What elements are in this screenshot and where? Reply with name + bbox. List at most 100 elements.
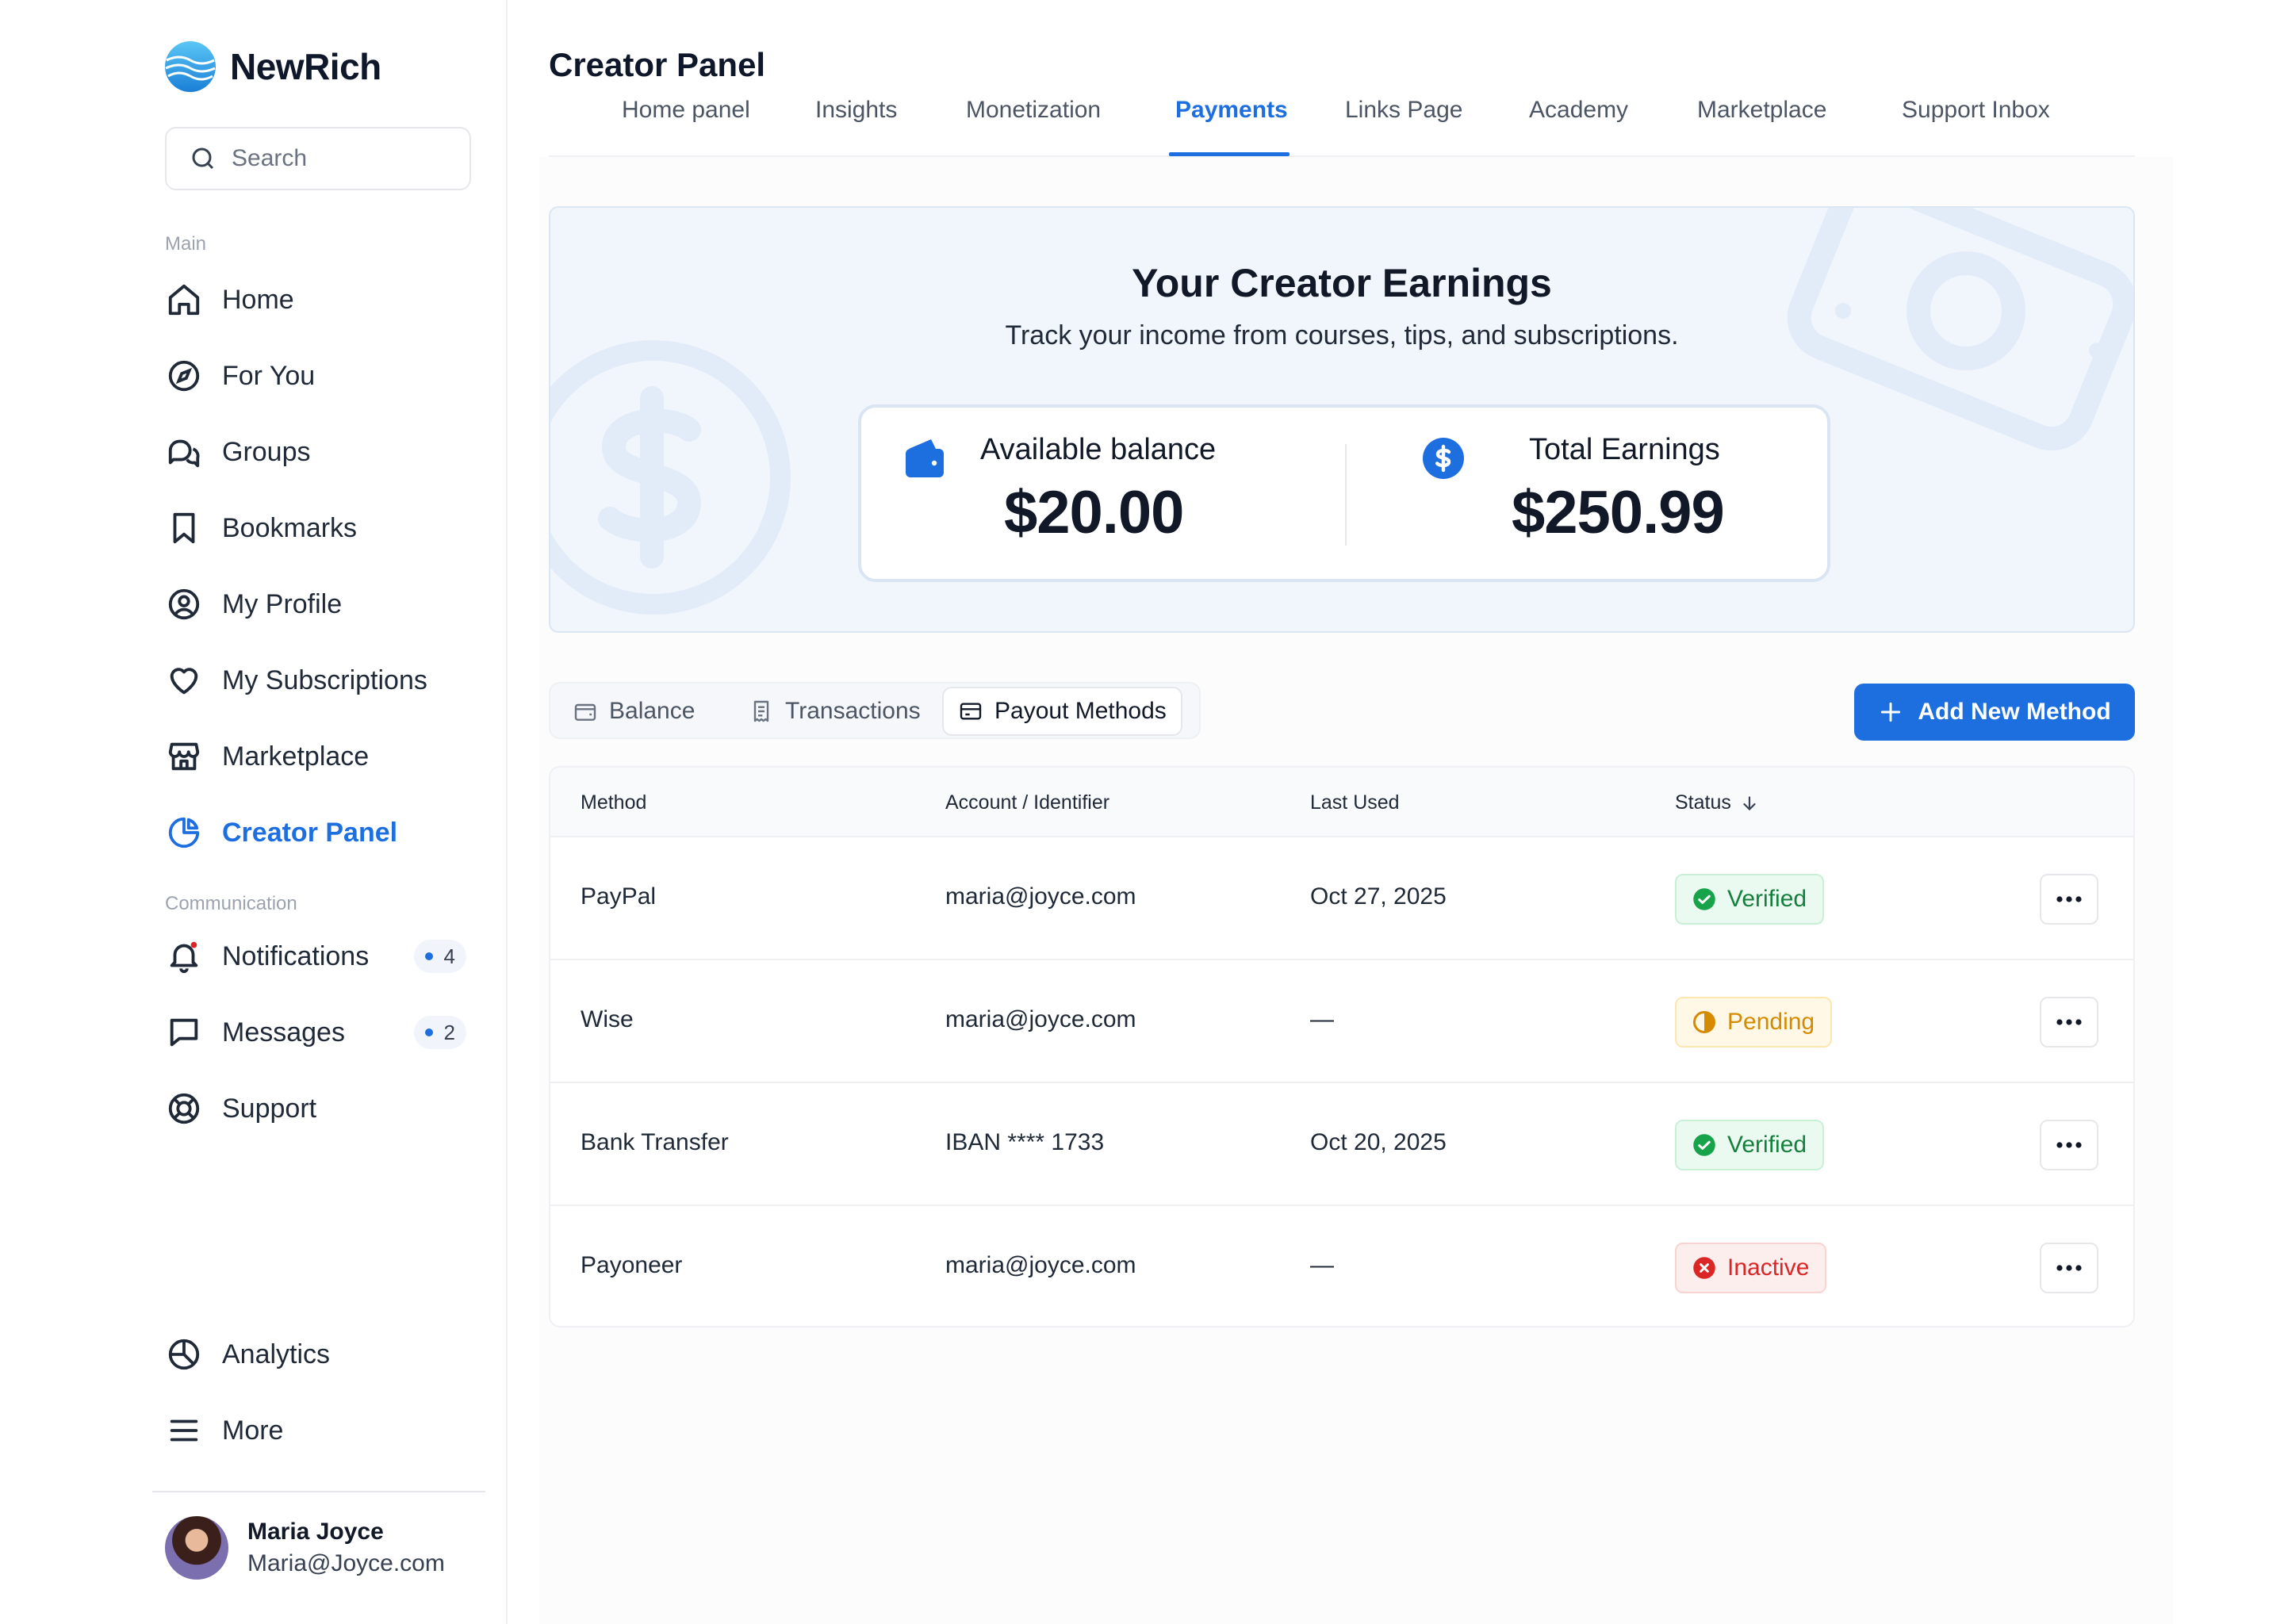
sidebar-item-label: Home (222, 284, 294, 315)
sidebar-item-more[interactable]: More (165, 1405, 476, 1456)
sidebar-item-my-profile[interactable]: My Profile (165, 579, 476, 630)
status-badge: Pending (1675, 997, 1833, 1048)
badge-count: 2 (443, 1020, 455, 1044)
bell-icon (165, 937, 203, 975)
table-row[interactable]: PayPal maria@joyce.com Oct 27, 2025 Veri… (550, 837, 2133, 960)
cell-method: PayPal (581, 883, 657, 910)
sidebar-item-label: My Profile (222, 588, 343, 619)
message-count-badge: 2 (413, 1016, 466, 1049)
tab-links-page[interactable]: Links Page (1345, 97, 1462, 124)
stat-divider (1345, 444, 1347, 546)
sidebar-item-label: Groups (222, 436, 311, 467)
sidebar-item-for-you[interactable]: For You (165, 350, 476, 401)
segment-transactions[interactable]: Transactions (734, 687, 935, 736)
search-icon (192, 147, 214, 170)
dollar-coin-watermark-icon (550, 340, 791, 615)
hero-title: Your Creator Earnings (1132, 261, 1552, 305)
row-actions-button[interactable] (2040, 997, 2098, 1048)
total-earnings-value: $250.99 (1512, 479, 1725, 546)
cell-account: maria@joyce.com (945, 1006, 1136, 1032)
table-header: Method Account / Identifier Last Used St… (550, 768, 2133, 837)
table-row[interactable]: Wise maria@joyce.com — Pending (550, 960, 2133, 1083)
available-balance-value: $20.00 (1004, 479, 1184, 546)
sidebar-item-label: Bookmarks (222, 512, 358, 543)
row-actions-button[interactable] (2040, 874, 2098, 925)
badge-dot-icon (424, 1028, 433, 1036)
half-circle-icon (1693, 1011, 1715, 1033)
tab-support-inbox[interactable]: Support Inbox (1902, 97, 2050, 124)
sidebar-item-support[interactable]: Support (165, 1083, 476, 1134)
check-circle-icon (1693, 1134, 1715, 1156)
sidebar-item-label: Messages (222, 1017, 345, 1048)
sidebar-divider (152, 1491, 485, 1492)
tab-academy[interactable]: Academy (1529, 97, 1628, 124)
row-actions-button[interactable] (2040, 1120, 2098, 1170)
user-circle-icon (165, 585, 203, 623)
column-header-last-used[interactable]: Last Used (1310, 791, 1400, 814)
sidebar-item-notifications[interactable]: Notifications 4 (165, 931, 476, 982)
table-row[interactable]: Payoneer maria@joyce.com — Inactive (550, 1206, 2133, 1326)
sidebar-item-label: My Subscriptions (222, 665, 427, 695)
user-profile[interactable]: Maria Joyce Maria@Joyce.com (165, 1516, 445, 1580)
search-box[interactable] (165, 127, 471, 190)
pie-chart-icon (165, 814, 203, 852)
sidebar-item-creator-panel[interactable]: Creator Panel (165, 807, 476, 858)
column-header-status[interactable]: Status (1675, 791, 1760, 814)
payments-segment-tabs: Balance Transactions Payout Methods (549, 682, 1201, 739)
top-tabs: Home panel Insights Monetization Payment… (549, 86, 2135, 157)
segment-payout-methods[interactable]: Payout Methods (942, 687, 1182, 736)
sidebar-item-groups[interactable]: Groups (165, 427, 476, 477)
sidebar-item-my-subscriptions[interactable]: My Subscriptions (165, 655, 476, 706)
tab-home-panel[interactable]: Home panel (622, 97, 750, 124)
menu-icon (165, 1411, 203, 1450)
bookmark-icon (165, 509, 203, 547)
status-label: Verified (1727, 1132, 1807, 1158)
segment-balance[interactable]: Balance (558, 687, 709, 736)
avatar (165, 1516, 228, 1580)
table-row[interactable]: Bank Transfer IBAN **** 1733 Oct 20, 202… (550, 1083, 2133, 1206)
ellipsis-icon (2056, 1265, 2082, 1271)
brand-name: NewRich (230, 46, 381, 87)
profile-name: Maria Joyce (247, 1519, 384, 1545)
ellipsis-icon (2056, 1019, 2082, 1025)
page-title: Creator Panel (549, 46, 766, 83)
sidebar-item-label: Creator Panel (222, 817, 398, 848)
sidebar: NewRich Main Home For You Groups Bookmar… (0, 0, 508, 1624)
sidebar-item-analytics[interactable]: Analytics (165, 1329, 476, 1380)
cell-last-used: Oct 27, 2025 (1310, 883, 1447, 910)
tab-insights[interactable]: Insights (815, 97, 897, 124)
ellipsis-icon (2056, 896, 2082, 902)
wallet-icon (906, 439, 944, 477)
search-input[interactable] (232, 145, 462, 172)
tab-monetization[interactable]: Monetization (966, 97, 1101, 124)
add-new-method-label: Add New Method (1918, 699, 2111, 725)
wallet-outline-icon (574, 703, 596, 721)
sidebar-item-home[interactable]: Home (165, 274, 476, 325)
cell-last-used: — (1310, 1252, 1334, 1278)
tab-marketplace[interactable]: Marketplace (1697, 97, 1826, 124)
sidebar-item-label: Support (222, 1093, 317, 1124)
column-header-status-label: Status (1675, 791, 1731, 814)
sidebar-item-marketplace[interactable]: Marketplace (165, 731, 476, 782)
cell-last-used: — (1310, 1006, 1334, 1032)
newrich-logo-icon (165, 41, 216, 92)
cell-method: Wise (581, 1006, 634, 1032)
tab-payments[interactable]: Payments (1175, 97, 1288, 124)
brand[interactable]: NewRich (163, 40, 381, 94)
column-header-method[interactable]: Method (581, 791, 646, 814)
cell-method: Payoneer (581, 1252, 683, 1278)
badge-count: 4 (443, 944, 455, 968)
segment-label: Transactions (785, 698, 921, 724)
status-badge: Verified (1675, 1120, 1825, 1170)
sidebar-item-label: For You (222, 360, 316, 391)
cell-account: IBAN **** 1733 (945, 1129, 1105, 1155)
segment-label: Balance (609, 698, 696, 724)
sidebar-item-bookmarks[interactable]: Bookmarks (165, 503, 476, 553)
column-header-account[interactable]: Account / Identifier (945, 791, 1109, 814)
card-icon (960, 703, 982, 720)
check-circle-icon (1693, 888, 1715, 910)
row-actions-button[interactable] (2040, 1243, 2098, 1293)
add-new-method-button[interactable]: Add New Method (1854, 684, 2135, 741)
sidebar-item-label: Notifications (222, 940, 370, 971)
sidebar-item-messages[interactable]: Messages 2 (165, 1007, 476, 1058)
